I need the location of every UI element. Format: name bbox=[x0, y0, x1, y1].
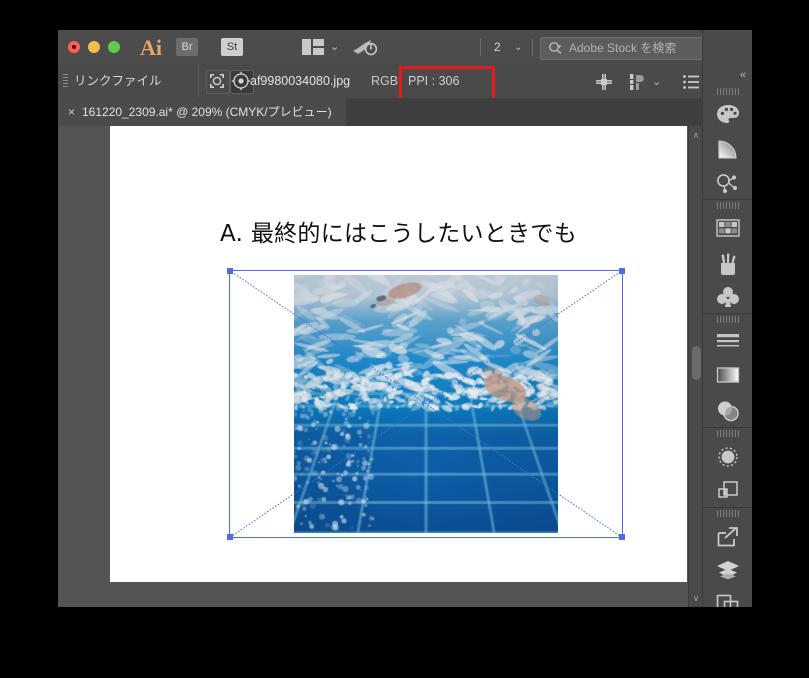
document-tab[interactable]: × 161220_2309.ai* @ 209% (CMYK/プレビュー) bbox=[58, 98, 346, 126]
color-panel-icon[interactable] bbox=[703, 97, 752, 131]
document-chevron-down-icon: ⌄ bbox=[514, 42, 523, 53]
search-input-placeholder: Adobe Stock を検索 bbox=[569, 41, 677, 55]
artboard[interactable]: A. 最終的にはこうしたいときでも bbox=[110, 126, 687, 582]
layers-panel-icon[interactable] bbox=[703, 553, 752, 587]
selection-handle-top-right[interactable] bbox=[619, 268, 625, 274]
close-window-button[interactable] bbox=[68, 41, 80, 53]
document-tab-bar: ×161220_2309.ai* @ 209% (CMYK/プレビュー) « bbox=[58, 98, 752, 126]
embed-image-button[interactable] bbox=[206, 70, 230, 94]
selection-edge-bottom bbox=[229, 537, 623, 538]
bridge-button[interactable]: Br bbox=[176, 38, 198, 56]
document-area: A. 最終的にはこうしたいときでも ∧ ∨ bbox=[58, 126, 752, 607]
brushes-panel-icon[interactable] bbox=[703, 245, 752, 279]
color-mode-label: RGB bbox=[371, 74, 399, 88]
dock-group-grip[interactable] bbox=[717, 200, 739, 211]
align-objects-icon[interactable] bbox=[596, 74, 612, 95]
vertical-scrollbar-thumb[interactable] bbox=[692, 346, 701, 380]
selection-handle-bottom-left[interactable] bbox=[227, 534, 233, 540]
vertical-scrollbar[interactable]: ∧ ∨ bbox=[688, 126, 703, 607]
artboards-panel-icon[interactable] bbox=[703, 587, 752, 607]
arrange-documents-icon[interactable] bbox=[302, 39, 324, 55]
application-bar: Ai Br St ⌄ 2 ⌄ Adobe Stock を検索 bbox=[58, 30, 752, 64]
distribute-spacing-icon[interactable] bbox=[630, 74, 646, 95]
panel-dock: « bbox=[702, 30, 752, 607]
minimize-window-button[interactable] bbox=[88, 41, 100, 53]
linked-file-name[interactable]: af9980034080.jpg bbox=[250, 64, 351, 99]
maximize-window-button[interactable] bbox=[108, 41, 120, 53]
selection-edge-left bbox=[229, 270, 230, 538]
dock-group-color bbox=[703, 86, 752, 200]
document-count-selector[interactable]: 2 ⌄ bbox=[488, 38, 534, 57]
gradient-fill-panel-icon[interactable] bbox=[703, 359, 752, 393]
selection-edge-top bbox=[229, 270, 623, 271]
symbols-panel-icon[interactable] bbox=[703, 279, 752, 313]
selection-handle-top-left[interactable] bbox=[227, 268, 233, 274]
stroke-panel-icon[interactable] bbox=[703, 325, 752, 359]
selection-edge-right bbox=[622, 270, 623, 538]
distribute-chevron-down-icon[interactable]: ⌄ bbox=[652, 75, 661, 88]
dock-group-swatches bbox=[703, 200, 752, 314]
transparency-panel-icon[interactable] bbox=[703, 393, 752, 427]
dock-collapse-icon[interactable]: « bbox=[703, 64, 752, 86]
illustrator-logo-icon: Ai bbox=[140, 35, 162, 60]
gradient-panel-icon[interactable] bbox=[703, 131, 752, 165]
selection-handle-bottom-right[interactable] bbox=[619, 534, 625, 540]
rocket-launch-icon[interactable] bbox=[351, 37, 378, 57]
appearance-panel-icon[interactable] bbox=[703, 439, 752, 473]
control-bar: リンクファイル af9980034080.jpg RGB PPI: 306 ⌄ bbox=[58, 64, 752, 113]
dock-group-stroke bbox=[703, 314, 752, 428]
document-tab-title: 161220_2309.ai* @ 209% (CMYK/プレビュー) bbox=[82, 105, 332, 119]
dock-group-export bbox=[703, 508, 752, 607]
placed-image-selection[interactable] bbox=[227, 268, 625, 540]
heading-text: A. 最終的にはこうしたいときでも bbox=[219, 221, 578, 247]
panel-options-icon[interactable] bbox=[683, 74, 699, 95]
dock-group-grip[interactable] bbox=[717, 86, 739, 97]
selection-diagonals bbox=[229, 270, 623, 538]
color-guide-panel-icon[interactable] bbox=[703, 165, 752, 199]
dock-group-grip[interactable] bbox=[717, 314, 739, 325]
arrange-chevron-down-icon[interactable]: ⌄ bbox=[330, 40, 339, 53]
linked-file-label[interactable]: リンクファイル bbox=[74, 64, 162, 99]
close-icon[interactable]: × bbox=[68, 98, 82, 126]
search-magnifier-icon bbox=[548, 41, 563, 56]
scroll-down-icon[interactable]: ∨ bbox=[689, 591, 703, 605]
swatches-panel-icon[interactable] bbox=[703, 211, 752, 245]
document-count: 2 bbox=[494, 40, 501, 54]
illustrator-window: Ai Br St ⌄ 2 ⌄ Adobe Stock を検索 リンクファイル a… bbox=[58, 30, 752, 607]
dock-group-grip[interactable] bbox=[717, 428, 739, 439]
pathfinder-panel-icon[interactable] bbox=[703, 473, 752, 507]
control-bar-grip[interactable] bbox=[63, 74, 68, 88]
stock-button[interactable]: St bbox=[221, 38, 243, 56]
dock-group-appearance bbox=[703, 428, 752, 508]
scroll-up-icon[interactable]: ∧ bbox=[689, 128, 703, 142]
asset-export-panel-icon[interactable] bbox=[703, 519, 752, 553]
dock-group-grip[interactable] bbox=[717, 508, 739, 519]
canvas-viewport[interactable]: A. 最終的にはこうしたいときでも bbox=[58, 126, 688, 582]
screenshot-frame: Ai Br St ⌄ 2 ⌄ Adobe Stock を検索 リンクファイル a… bbox=[0, 0, 809, 678]
